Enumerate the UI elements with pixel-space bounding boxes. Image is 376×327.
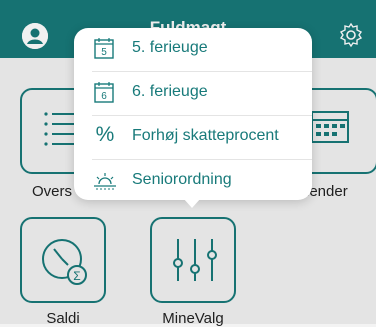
percent-icon: % bbox=[95, 123, 115, 146]
popover-caret bbox=[183, 198, 201, 208]
menu-item-label: Forhøj skatteprocent bbox=[132, 127, 279, 144]
menu-item-6-ferieuge[interactable]: 6 6. ferieuge bbox=[74, 72, 312, 116]
menu-item-label: 6. ferieuge bbox=[132, 83, 208, 100]
popover-menu: 5 5. ferieuge 6 6. ferieuge % Forhøj ska… bbox=[74, 28, 312, 200]
sunset-icon bbox=[92, 168, 118, 194]
menu-item-label: 5. ferieuge bbox=[132, 39, 208, 56]
menu-item-forhoej-skatteprocent[interactable]: % Forhøj skatteprocent bbox=[74, 116, 312, 160]
menu-item-label: Seniorordning bbox=[132, 171, 232, 188]
calendar-5-icon: 5 bbox=[92, 36, 118, 62]
calendar-6-icon: 6 bbox=[92, 80, 118, 106]
calendar-6-text: 6 bbox=[101, 91, 107, 102]
calendar-5-text: 5 bbox=[101, 47, 107, 58]
menu-item-5-ferieuge[interactable]: 5 5. ferieuge bbox=[74, 28, 312, 72]
